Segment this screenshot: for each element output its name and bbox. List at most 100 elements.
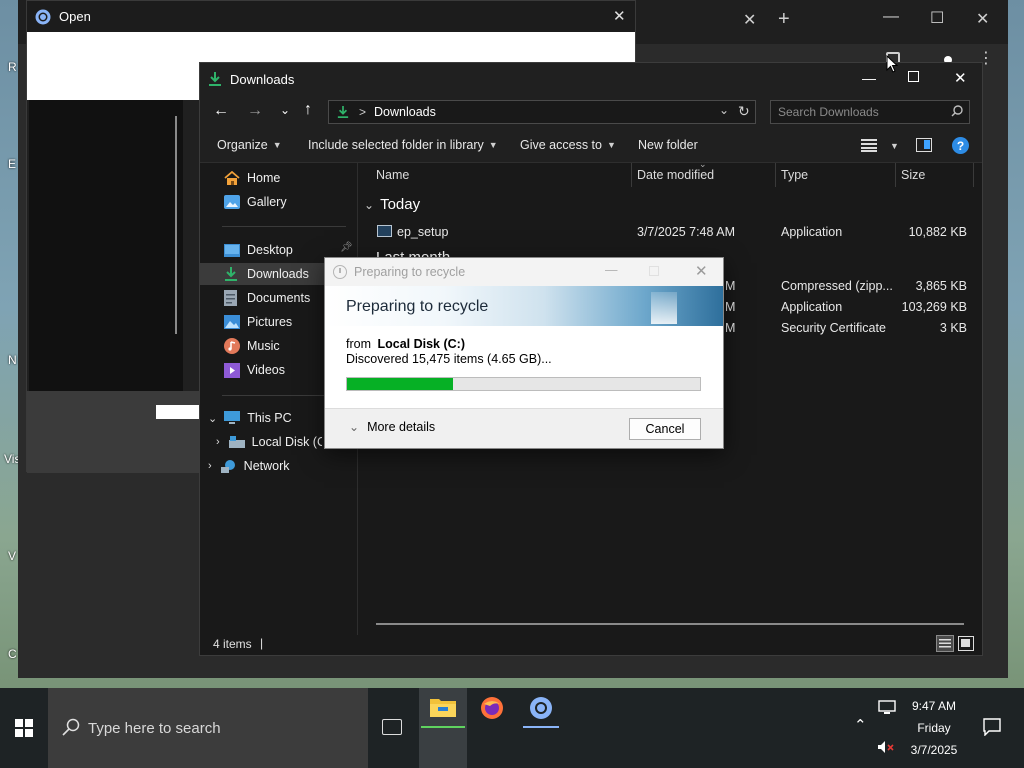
chevron-down-icon: ⌄	[349, 420, 360, 434]
file-size: 103,269 KB	[901, 300, 967, 314]
details-view-icon[interactable]	[936, 635, 954, 652]
recent-chevron-down-icon[interactable]: ⌄	[280, 103, 290, 117]
minimize-icon[interactable]: —	[605, 263, 618, 277]
show-hidden-icons-chevron-icon[interactable]: ⌃	[854, 716, 867, 734]
maximize-icon	[649, 266, 659, 276]
column-header-date[interactable]: Date modified	[637, 168, 714, 182]
desktop-icon-label: R	[8, 60, 17, 74]
clock-time[interactable]: 9:47 AM	[900, 699, 968, 713]
nav-label: Music	[247, 339, 280, 353]
column-header-name[interactable]: Name	[376, 168, 409, 182]
file-type: Compressed (zipp...	[781, 279, 893, 293]
forward-icon[interactable]: →	[247, 102, 263, 120]
taskbar-chrome[interactable]	[517, 688, 565, 768]
taskbar-firefox[interactable]	[468, 688, 516, 768]
dialog-footer: ⌄ More details Cancel	[325, 408, 723, 448]
scrollbar[interactable]	[175, 116, 177, 334]
nav-item-network[interactable]: › Network	[200, 455, 358, 477]
windows-icon	[15, 719, 33, 737]
documents-icon	[224, 290, 240, 306]
nav-label: Desktop	[247, 243, 293, 257]
file-date: M	[725, 321, 736, 335]
network-tray-icon[interactable]	[878, 700, 896, 715]
drive-icon	[228, 436, 245, 448]
minimize-icon[interactable]: —	[883, 8, 899, 26]
status-bar: 4 items |	[200, 635, 982, 655]
minimize-icon[interactable]: —	[862, 70, 876, 86]
application-icon	[377, 225, 392, 237]
open-dialog-pane	[29, 100, 183, 392]
table-row[interactable]: ep_setup 3/7/2025 7:48 AM Application 10…	[359, 221, 979, 243]
view-caret-down-icon[interactable]: ▼	[890, 141, 899, 151]
nav-item-gallery[interactable]: Gallery	[200, 191, 358, 213]
start-button[interactable]	[0, 688, 48, 768]
task-view-button[interactable]	[368, 688, 416, 768]
column-header-size[interactable]: Size	[901, 168, 925, 182]
close-icon[interactable]: ✕	[695, 262, 708, 280]
preview-pane-icon[interactable]	[916, 138, 932, 152]
from-location: Local Disk (C:)	[377, 337, 465, 351]
breadcrumb[interactable]: Downloads	[374, 105, 436, 119]
taskbar: Type here to search ⌃ 9:47 AM Friday 3/7…	[0, 688, 1024, 768]
desktop-icon-label: V	[8, 549, 17, 563]
clock-day[interactable]: Friday	[900, 721, 968, 735]
more-details-toggle[interactable]: ⌄ More details	[349, 420, 435, 434]
chevron-right-icon[interactable]: ›	[208, 460, 212, 472]
downloads-icon	[337, 105, 349, 119]
nav-item-home[interactable]: Home	[200, 167, 358, 189]
banner-glow	[651, 292, 677, 324]
tab-close-icon[interactable]: ✕	[743, 10, 756, 30]
caret-down-icon: ▼	[606, 140, 616, 150]
clock-date[interactable]: 3/7/2025	[900, 743, 968, 757]
clock-icon	[333, 265, 347, 279]
close-icon[interactable]: ✕	[954, 69, 967, 87]
horizontal-scrollbar[interactable]	[376, 623, 964, 625]
sort-chevron-icon: ⌄	[699, 159, 707, 169]
chevron-down-icon[interactable]: ⌄	[208, 412, 217, 425]
chevron-right-icon[interactable]: ›	[216, 436, 220, 448]
chevron-down-icon: ⌄	[364, 197, 375, 212]
command-bar: Organize ▼ Include selected folder in lib…	[200, 129, 982, 163]
close-icon[interactable]: ✕	[976, 9, 989, 29]
taskbar-file-explorer[interactable]	[419, 688, 467, 768]
give-access-button[interactable]: Give access to ▼	[520, 138, 616, 152]
new-folder-button[interactable]: New folder	[638, 138, 698, 152]
volume-muted-icon[interactable]	[877, 740, 895, 754]
filename-field[interactable]	[156, 405, 200, 419]
file-type: Application	[781, 300, 843, 314]
address-dropdown-chevron-down-icon[interactable]: ⌄	[719, 103, 729, 117]
taskbar-search-box[interactable]: Type here to search	[48, 688, 368, 768]
help-icon[interactable]: ?	[952, 137, 969, 154]
organize-button[interactable]: Organize ▼	[217, 138, 282, 152]
search-input[interactable]: Search Downloads	[770, 100, 970, 124]
file-size: 3 KB	[939, 321, 967, 335]
pin-icon[interactable]: 📌︎	[340, 242, 353, 253]
search-icon	[951, 105, 963, 117]
notifications-icon[interactable]	[983, 718, 1001, 736]
downloads-icon	[208, 71, 222, 87]
nav-divider	[222, 226, 346, 227]
up-icon[interactable]: ↑	[304, 101, 312, 119]
large-icons-view-icon[interactable]	[958, 636, 974, 651]
new-tab-icon[interactable]: +	[778, 8, 790, 31]
cancel-button[interactable]: Cancel	[629, 418, 701, 440]
include-in-library-button[interactable]: Include selected folder in library ▼	[308, 138, 498, 152]
firefox-icon	[480, 696, 504, 720]
group-header-today[interactable]: ⌄ Today	[364, 196, 420, 213]
desktop-icon-label: N	[8, 353, 17, 367]
column-divider	[775, 163, 776, 187]
search-placeholder: Search Downloads	[778, 105, 879, 119]
refresh-icon[interactable]: ↻	[738, 103, 750, 120]
maximize-icon[interactable]: ☐	[930, 8, 944, 28]
view-options-icon[interactable]	[861, 139, 877, 152]
give-access-label: Give access to	[520, 138, 602, 152]
maximize-icon[interactable]	[908, 71, 919, 82]
address-bar[interactable]: > Downloads ⌄ ↻	[328, 100, 756, 124]
column-header-type[interactable]: Type	[781, 168, 808, 182]
dialog-heading: Preparing to recycle	[346, 298, 489, 315]
progress-bar	[346, 377, 701, 391]
videos-icon	[224, 362, 240, 378]
close-icon[interactable]: ✕	[613, 7, 626, 25]
back-icon[interactable]: ←	[213, 102, 229, 120]
file-size: 3,865 KB	[915, 279, 967, 293]
